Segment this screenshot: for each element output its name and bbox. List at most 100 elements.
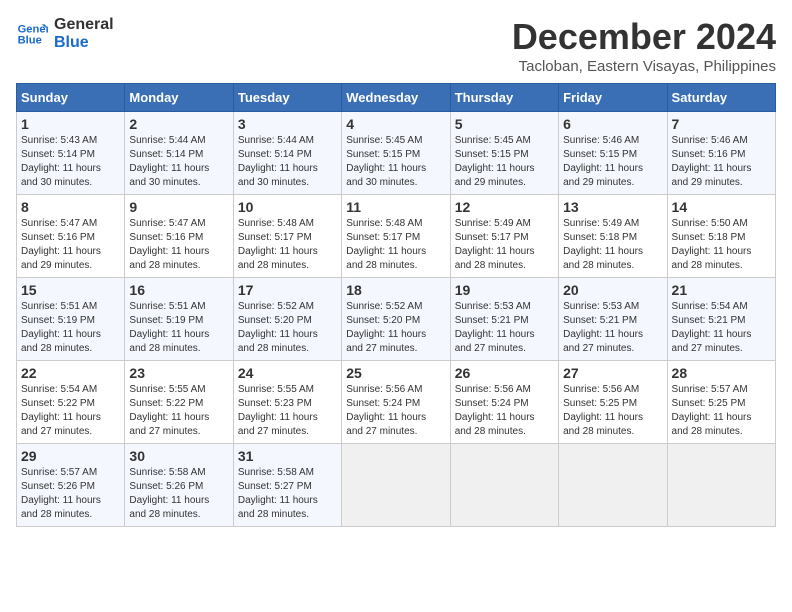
day-cell: [559, 444, 667, 527]
day-cell: 3Sunrise: 5:44 AM Sunset: 5:14 PM Daylig…: [233, 112, 341, 195]
day-info: Sunrise: 5:55 AM Sunset: 5:22 PM Dayligh…: [129, 383, 228, 439]
day-info: Sunrise: 5:44 AM Sunset: 5:14 PM Dayligh…: [238, 134, 337, 190]
day-cell: 18 Sunrise: 5:52 AM Sunset: 5:20 PM Dayli…: [342, 278, 450, 361]
day-number: 12: [455, 199, 554, 215]
day-cell: 25 Sunrise: 5:56 AM Sunset: 5:24 PM Dayli…: [342, 361, 450, 444]
day-number: 21: [672, 282, 771, 298]
day-info: Sunrise: 5:56 AM Sunset: 5:25 PM Dayligh…: [563, 383, 662, 439]
main-title: December 2024: [512, 16, 776, 58]
day-info: Sunrise: 5:44 AM Sunset: 5:14 PM Dayligh…: [129, 134, 228, 190]
day-cell: 5Sunrise: 5:45 AM Sunset: 5:15 PM Daylig…: [450, 112, 558, 195]
day-number: 26: [455, 365, 554, 381]
day-cell: 11 Sunrise: 5:48 AM Sunset: 5:17 PM Dayli…: [342, 195, 450, 278]
day-cell: 8 Sunrise: 5:47 AM Sunset: 5:16 PM Daylig…: [17, 195, 125, 278]
day-info: Sunrise: 5:52 AM Sunset: 5:20 PM Dayligh…: [238, 300, 337, 356]
day-number: 17: [238, 282, 337, 298]
day-cell: [342, 444, 450, 527]
day-number: 9: [129, 199, 228, 215]
day-number: 6: [563, 116, 662, 132]
day-info: Sunrise: 5:46 AM Sunset: 5:16 PM Dayligh…: [672, 134, 771, 190]
day-info: Sunrise: 5:52 AM Sunset: 5:20 PM Dayligh…: [346, 300, 445, 356]
day-cell: 27 Sunrise: 5:56 AM Sunset: 5:25 PM Dayli…: [559, 361, 667, 444]
day-info: Sunrise: 5:47 AM Sunset: 5:16 PM Dayligh…: [21, 217, 120, 273]
page-header: General Blue General Blue December 2024 …: [16, 16, 776, 75]
day-info: Sunrise: 5:57 AM Sunset: 5:26 PM Dayligh…: [21, 466, 120, 522]
day-number: 18: [346, 282, 445, 298]
day-cell: 9 Sunrise: 5:47 AM Sunset: 5:16 PM Daylig…: [125, 195, 233, 278]
day-number: 10: [238, 199, 337, 215]
day-number: 20: [563, 282, 662, 298]
day-info: Sunrise: 5:50 AM Sunset: 5:18 PM Dayligh…: [672, 217, 771, 273]
day-cell: [450, 444, 558, 527]
day-cell: 24 Sunrise: 5:55 AM Sunset: 5:23 PM Dayli…: [233, 361, 341, 444]
day-number: 23: [129, 365, 228, 381]
col-header-thursday: Thursday: [450, 84, 558, 112]
col-header-friday: Friday: [559, 84, 667, 112]
col-header-tuesday: Tuesday: [233, 84, 341, 112]
day-info: Sunrise: 5:48 AM Sunset: 5:17 PM Dayligh…: [238, 217, 337, 273]
day-number: 27: [563, 365, 662, 381]
subtitle: Tacloban, Eastern Visayas, Philippines: [512, 58, 776, 75]
calendar-table: SundayMondayTuesdayWednesdayThursdayFrid…: [16, 83, 776, 527]
day-cell: 31 Sunrise: 5:58 AM Sunset: 5:27 PM Dayli…: [233, 444, 341, 527]
day-info: Sunrise: 5:51 AM Sunset: 5:19 PM Dayligh…: [129, 300, 228, 356]
day-number: 1: [21, 116, 120, 132]
day-cell: 12 Sunrise: 5:49 AM Sunset: 5:17 PM Dayli…: [450, 195, 558, 278]
day-cell: 29Sunrise: 5:57 AM Sunset: 5:26 PM Dayli…: [17, 444, 125, 527]
day-number: 28: [672, 365, 771, 381]
day-number: 8: [21, 199, 120, 215]
day-cell: 1Sunrise: 5:43 AM Sunset: 5:14 PM Daylig…: [17, 112, 125, 195]
day-number: 22: [21, 365, 120, 381]
logo-icon: General Blue: [16, 18, 48, 50]
day-info: Sunrise: 5:57 AM Sunset: 5:25 PM Dayligh…: [672, 383, 771, 439]
logo: General Blue General Blue: [16, 16, 114, 51]
day-info: Sunrise: 5:54 AM Sunset: 5:21 PM Dayligh…: [672, 300, 771, 356]
day-info: Sunrise: 5:49 AM Sunset: 5:17 PM Dayligh…: [455, 217, 554, 273]
day-info: Sunrise: 5:55 AM Sunset: 5:23 PM Dayligh…: [238, 383, 337, 439]
day-cell: 28 Sunrise: 5:57 AM Sunset: 5:25 PM Dayli…: [667, 361, 775, 444]
day-cell: 21 Sunrise: 5:54 AM Sunset: 5:21 PM Dayli…: [667, 278, 775, 361]
svg-text:Blue: Blue: [18, 34, 42, 46]
week-row-2: 8 Sunrise: 5:47 AM Sunset: 5:16 PM Daylig…: [17, 195, 776, 278]
day-info: Sunrise: 5:56 AM Sunset: 5:24 PM Dayligh…: [346, 383, 445, 439]
day-info: Sunrise: 5:56 AM Sunset: 5:24 PM Dayligh…: [455, 383, 554, 439]
day-info: Sunrise: 5:58 AM Sunset: 5:27 PM Dayligh…: [238, 466, 337, 522]
day-cell: 20 Sunrise: 5:53 AM Sunset: 5:21 PM Dayli…: [559, 278, 667, 361]
day-number: 15: [21, 282, 120, 298]
day-number: 14: [672, 199, 771, 215]
title-block: December 2024 Tacloban, Eastern Visayas,…: [512, 16, 776, 75]
day-number: 30: [129, 448, 228, 464]
day-cell: 17 Sunrise: 5:52 AM Sunset: 5:20 PM Dayli…: [233, 278, 341, 361]
col-header-saturday: Saturday: [667, 84, 775, 112]
day-number: 13: [563, 199, 662, 215]
day-info: Sunrise: 5:53 AM Sunset: 5:21 PM Dayligh…: [563, 300, 662, 356]
week-row-4: 22Sunrise: 5:54 AM Sunset: 5:22 PM Dayli…: [17, 361, 776, 444]
day-cell: 16Sunrise: 5:51 AM Sunset: 5:19 PM Dayli…: [125, 278, 233, 361]
day-cell: 15 Sunrise: 5:51 AM Sunset: 5:19 PM Dayli…: [17, 278, 125, 361]
day-number: 4: [346, 116, 445, 132]
day-info: Sunrise: 5:47 AM Sunset: 5:16 PM Dayligh…: [129, 217, 228, 273]
day-cell: 14 Sunrise: 5:50 AM Sunset: 5:18 PM Dayli…: [667, 195, 775, 278]
day-cell: 10 Sunrise: 5:48 AM Sunset: 5:17 PM Dayli…: [233, 195, 341, 278]
day-number: 19: [455, 282, 554, 298]
day-info: Sunrise: 5:48 AM Sunset: 5:17 PM Dayligh…: [346, 217, 445, 273]
day-number: 25: [346, 365, 445, 381]
day-info: Sunrise: 5:51 AM Sunset: 5:19 PM Dayligh…: [21, 300, 120, 356]
day-info: Sunrise: 5:45 AM Sunset: 5:15 PM Dayligh…: [455, 134, 554, 190]
day-cell: 30 Sunrise: 5:58 AM Sunset: 5:26 PM Dayli…: [125, 444, 233, 527]
day-info: Sunrise: 5:58 AM Sunset: 5:26 PM Dayligh…: [129, 466, 228, 522]
week-row-1: 1Sunrise: 5:43 AM Sunset: 5:14 PM Daylig…: [17, 112, 776, 195]
day-number: 7: [672, 116, 771, 132]
day-cell: 6 Sunrise: 5:46 AM Sunset: 5:15 PM Daylig…: [559, 112, 667, 195]
day-cell: 22Sunrise: 5:54 AM Sunset: 5:22 PM Dayli…: [17, 361, 125, 444]
day-cell: 26 Sunrise: 5:56 AM Sunset: 5:24 PM Dayli…: [450, 361, 558, 444]
day-number: 31: [238, 448, 337, 464]
day-info: Sunrise: 5:46 AM Sunset: 5:15 PM Dayligh…: [563, 134, 662, 190]
day-info: Sunrise: 5:53 AM Sunset: 5:21 PM Dayligh…: [455, 300, 554, 356]
day-number: 11: [346, 199, 445, 215]
day-cell: 4Sunrise: 5:45 AM Sunset: 5:15 PM Daylig…: [342, 112, 450, 195]
day-cell: 7 Sunrise: 5:46 AM Sunset: 5:16 PM Daylig…: [667, 112, 775, 195]
col-header-wednesday: Wednesday: [342, 84, 450, 112]
day-number: 24: [238, 365, 337, 381]
day-cell: 2Sunrise: 5:44 AM Sunset: 5:14 PM Daylig…: [125, 112, 233, 195]
